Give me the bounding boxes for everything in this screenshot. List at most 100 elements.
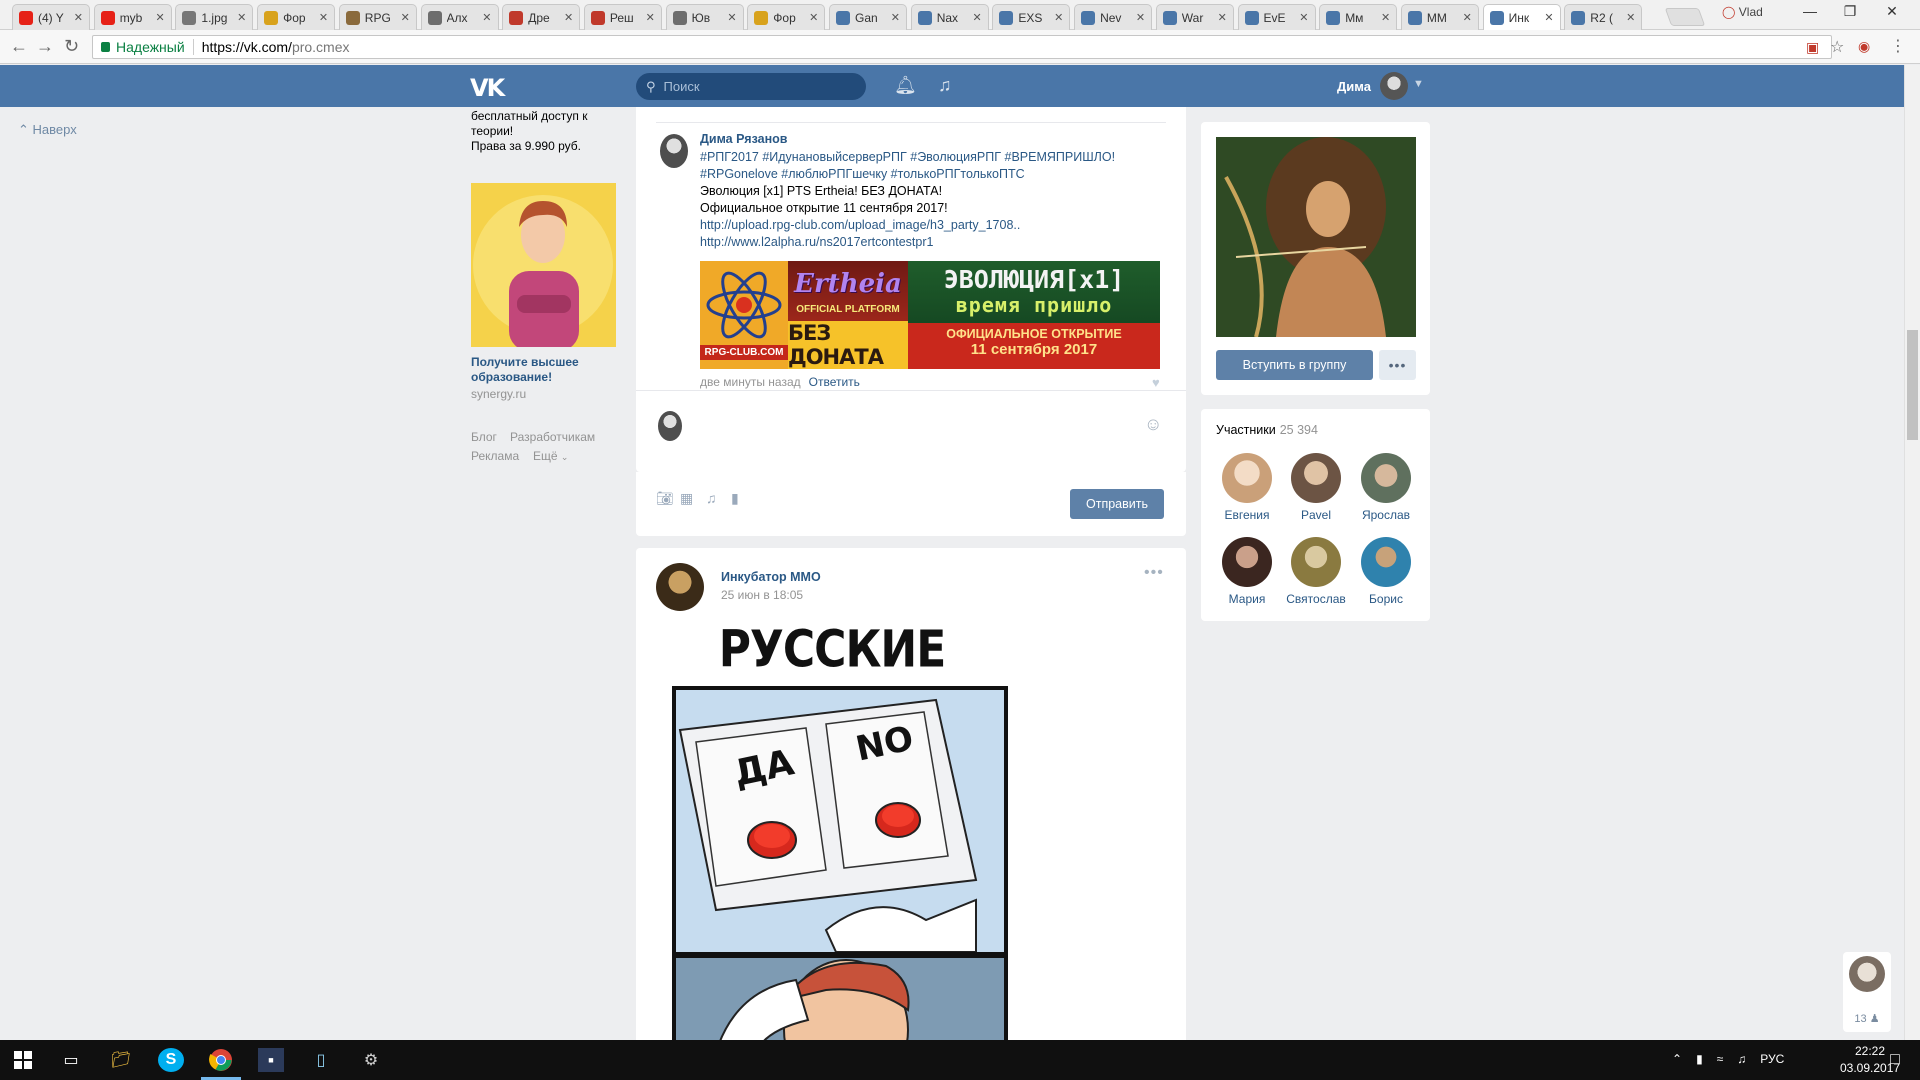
browser-tab[interactable]: Мм ✕	[1319, 4, 1398, 30]
member-item[interactable]: Евгения	[1212, 453, 1282, 522]
volume-icon[interactable]: ♫	[1737, 1052, 1746, 1066]
smile-icon[interactable]: ☺	[1144, 414, 1162, 435]
close-icon[interactable]: ✕	[972, 11, 981, 24]
member-item[interactable]: Святослав	[1281, 537, 1351, 606]
translate-icon[interactable]: ▣	[1806, 39, 1819, 56]
close-icon[interactable]: ✕	[1626, 11, 1635, 24]
header-avatar[interactable]	[1380, 72, 1408, 100]
document-icon[interactable]: ▮	[731, 490, 739, 507]
task-view-icon[interactable]: ▭	[58, 1048, 84, 1072]
camera-icon[interactable]: 📷︎	[656, 490, 674, 507]
close-icon[interactable]: ✕	[319, 11, 328, 24]
browser-tab[interactable]: War ✕	[1155, 4, 1234, 30]
video-icon[interactable]: ▦	[680, 490, 693, 507]
member-item[interactable]: Борис	[1351, 537, 1421, 606]
extension-icon[interactable]: ◉	[1858, 38, 1870, 55]
browser-tab[interactable]: Инк ✕	[1482, 4, 1561, 30]
footer-link-ads[interactable]: Реклама	[471, 449, 519, 463]
forward-arrow-icon[interactable]: →	[36, 36, 54, 57]
minimize-button[interactable]: —	[1790, 3, 1830, 19]
comment-hashtags[interactable]: #РПГ2017 #ИдунановыйсерверРПГ #ЭволюцияР…	[700, 149, 1170, 183]
heart-icon[interactable]: ♥	[1152, 375, 1160, 390]
menu-icon[interactable]: ⋮	[1890, 36, 1906, 56]
reload-icon[interactable]: ↻	[64, 36, 79, 57]
footer-link-more[interactable]: Ещё ⌄	[533, 449, 568, 463]
ad-text[interactable]: бесплатный доступ к теории! Права за 9.9…	[471, 109, 621, 154]
browser-tab[interactable]: Юв ✕	[665, 4, 744, 30]
close-icon[interactable]: ✕	[891, 11, 900, 24]
browser-tab[interactable]: (4) Y ✕	[12, 4, 90, 30]
close-icon[interactable]: ✕	[74, 11, 83, 24]
browser-tab[interactable]: RPG ✕	[338, 4, 417, 30]
language-indicator[interactable]: РУС	[1760, 1052, 1784, 1066]
maximize-button[interactable]: ❐	[1830, 3, 1870, 20]
footer-link-devs[interactable]: Разработчикам	[510, 430, 595, 444]
ad-title[interactable]: Получите высшее образование!	[471, 355, 621, 385]
browser-tab[interactable]: EXS ✕	[992, 4, 1071, 30]
chevron-up-icon[interactable]: ⌃	[1672, 1052, 1682, 1066]
network-icon[interactable]: ≈	[1717, 1052, 1724, 1066]
close-icon[interactable]: ✕	[727, 11, 736, 24]
close-icon[interactable]: ✕	[482, 11, 491, 24]
comment-avatar[interactable]	[660, 134, 688, 168]
chrome-icon[interactable]	[208, 1048, 234, 1072]
page-scrollbar[interactable]	[1904, 65, 1920, 1040]
scroll-up-button[interactable]: ⌃ Наверх	[18, 122, 77, 138]
close-icon[interactable]: ✕	[646, 11, 655, 24]
back-arrow-icon[interactable]: ←	[10, 36, 28, 57]
vk-logo[interactable]: VK	[470, 74, 505, 102]
comment-input[interactable]	[698, 404, 1128, 462]
group-more-button[interactable]: •••	[1379, 350, 1416, 380]
bell-icon[interactable]: 🔔︎	[894, 75, 917, 96]
footer-link-blog[interactable]: Блог	[471, 430, 497, 444]
close-icon[interactable]: ✕	[401, 11, 410, 24]
close-icon[interactable]: ✕	[1381, 11, 1390, 24]
member-item[interactable]: Мария	[1212, 537, 1282, 606]
ad-image[interactable]	[471, 183, 616, 347]
close-icon[interactable]: ✕	[1463, 11, 1472, 24]
header-user-name[interactable]: Дима	[1337, 79, 1371, 94]
bookmark-star-icon[interactable]: ☆	[1830, 37, 1844, 57]
post-author-avatar[interactable]	[656, 563, 704, 611]
browser-tab[interactable]: Nev ✕	[1074, 4, 1153, 30]
send-button[interactable]: Отправить	[1070, 489, 1164, 519]
member-item[interactable]: Pavel	[1281, 453, 1351, 522]
browser-tab[interactable]: 1.jpg ✕	[175, 4, 254, 30]
browser-tab[interactable]: MM ✕	[1400, 4, 1479, 30]
new-tab-button[interactable]	[1664, 8, 1706, 26]
close-icon[interactable]: ✕	[1544, 11, 1553, 24]
browser-tab[interactable]: EvE ✕	[1237, 4, 1316, 30]
music-icon[interactable]: ♫	[938, 75, 952, 96]
notification-icon[interactable]: □	[1882, 1048, 1908, 1072]
scrollbar-thumb[interactable]	[1907, 330, 1918, 440]
browser-tab[interactable]: Фор ✕	[257, 4, 336, 30]
battery-icon[interactable]: ▮	[1696, 1052, 1703, 1066]
search-input[interactable]: ⚲ Поиск	[636, 73, 866, 100]
app-icon-tool[interactable]: ⚙	[358, 1048, 384, 1072]
chevron-down-icon[interactable]: ▼	[1413, 78, 1424, 90]
close-icon[interactable]: ✕	[1054, 11, 1063, 24]
close-icon[interactable]: ✕	[1299, 11, 1308, 24]
browser-tab[interactable]: Алх ✕	[420, 4, 499, 30]
group-photo[interactable]	[1216, 137, 1416, 337]
browser-tab[interactable]: Реш ✕	[583, 4, 662, 30]
member-item[interactable]: Ярослав	[1351, 453, 1421, 522]
comment-link[interactable]: http://www.l2alpha.ru/ns2017ertcontestpr…	[700, 234, 1170, 251]
app-icon-notes[interactable]: ▯	[308, 1048, 334, 1072]
browser-tab[interactable]: Дре ✕	[502, 4, 581, 30]
comment-author[interactable]: Дима Рязанов	[700, 132, 787, 146]
browser-tab[interactable]: Nax ✕	[910, 4, 989, 30]
comment-time[interactable]: две минуты назад	[700, 375, 801, 389]
members-header[interactable]: Участники 25 394	[1216, 423, 1318, 437]
windows-start-icon[interactable]	[10, 1048, 36, 1072]
close-icon[interactable]: ✕	[809, 11, 818, 24]
browser-tab[interactable]: Фор ✕	[747, 4, 826, 30]
skype-icon[interactable]: S	[158, 1048, 184, 1072]
comment-banner-image[interactable]: RPG-CLUB.COM Ertheia OFFICIAL PLATFORM Б…	[700, 261, 1160, 369]
file-explorer-icon[interactable]: 📁︎	[108, 1048, 134, 1072]
close-window-button[interactable]: ✕	[1872, 3, 1912, 20]
address-bar[interactable]: Надежный https://vk.com/pro.cmex	[92, 35, 1832, 59]
close-icon[interactable]: ✕	[237, 11, 246, 24]
post-author[interactable]: Инкубатор MMO	[721, 570, 821, 584]
post-image[interactable]: РУССКИЕ ЕСТЬ? ДА NO	[656, 620, 1008, 1048]
